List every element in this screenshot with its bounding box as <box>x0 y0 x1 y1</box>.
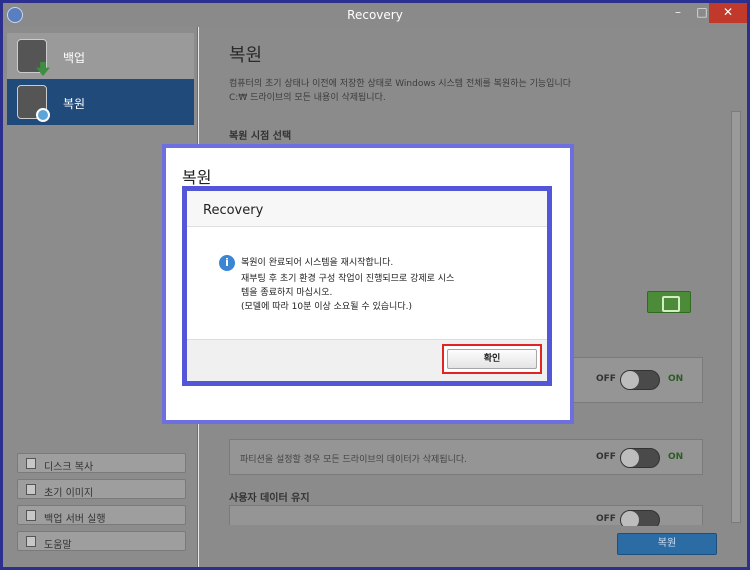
toggle-off-label: OFF <box>596 514 616 524</box>
toggle-knob <box>621 371 639 389</box>
info-icon: i <box>219 255 235 271</box>
restore-button[interactable]: 복원 <box>617 533 717 555</box>
help-icon <box>26 536 36 547</box>
close-button[interactable]: ✕ <box>709 3 747 23</box>
message-line: 템을 종료하지 마십시오. <box>241 288 333 298</box>
toggle-on-label: ON <box>668 452 684 462</box>
description-line: C:₩ 드라이브의 모든 내용이 삭제됩니다. <box>229 93 386 103</box>
disk-copy-icon <box>26 458 36 469</box>
button-label: 도움말 <box>44 540 72 551</box>
restore-point-heading: 복원 시점 선택 <box>229 131 292 142</box>
backup-drive-icon <box>17 39 50 76</box>
partition-panel: 파티션을 설정할 경우 모든 드라이브의 데이터가 삭제됩니다. OFF ON <box>229 439 703 475</box>
partition-toggle[interactable]: OFF ON <box>590 440 700 476</box>
message-line: (모델에 따라 10분 이상 소요될 수 있습니다.) <box>241 302 412 312</box>
ok-button[interactable]: 확인 <box>447 349 537 369</box>
scrollbar[interactable] <box>731 111 741 523</box>
toggle-off-label: OFF <box>596 374 616 384</box>
title-bar: Recovery – □ ✕ <box>3 3 747 27</box>
dialog-title: Recovery <box>203 203 264 218</box>
button-label: 디스크 복사 <box>44 462 94 473</box>
disk-copy-button[interactable]: 디스크 복사 <box>17 453 186 473</box>
window-title: Recovery <box>347 8 403 22</box>
toggle-off-label: OFF <box>596 452 616 462</box>
backup-server-button[interactable]: 백업 서버 실행 <box>17 505 186 525</box>
dialog-header: Recovery <box>187 191 547 227</box>
toggle-knob <box>621 449 639 467</box>
user-data-heading: 사용자 데이터 유지 <box>229 493 310 504</box>
user-data-panel: OFF <box>229 502 703 526</box>
sidebar-item-label: 백업 <box>63 51 86 65</box>
option-toggle[interactable]: OFF ON <box>590 362 700 398</box>
backup-server-icon <box>26 510 36 521</box>
initial-image-icon <box>26 484 36 495</box>
message-line: 복원이 완료되어 시스템을 재시작합니다. <box>241 258 394 268</box>
toggle-on-label: ON <box>668 374 684 384</box>
toggle-knob <box>621 511 639 526</box>
user-data-toggle[interactable]: OFF <box>590 502 700 526</box>
page-title: 복원 <box>229 45 263 66</box>
sidebar-item-label: 복원 <box>63 97 86 111</box>
sidebar-item-restore[interactable]: 복원 <box>7 79 194 125</box>
search-button[interactable] <box>647 291 691 313</box>
description-line: 컴퓨터의 초기 상태나 이전에 저장한 상태로 Windows 시스템 전체를 … <box>229 79 572 89</box>
help-button[interactable]: 도움말 <box>17 531 186 551</box>
sidebar-item-backup[interactable]: 백업 <box>7 33 194 79</box>
minimize-button[interactable]: – <box>667 3 689 23</box>
partition-text: 파티션을 설정할 경우 모든 드라이브의 데이터가 삭제됩니다. <box>240 455 468 465</box>
button-label: 백업 서버 실행 <box>44 514 106 525</box>
ok-button-highlight: 확인 <box>442 344 542 374</box>
restore-drive-icon <box>17 85 50 122</box>
initial-image-button[interactable]: 초기 이미지 <box>17 479 186 499</box>
message-line: 재부팅 후 초기 환경 구성 작업이 진행되므로 강제로 시스 <box>241 274 455 284</box>
page-description: 컴퓨터의 초기 상태나 이전에 저장한 상태로 Windows 시스템 전체를 … <box>229 77 571 105</box>
button-label: 초기 이미지 <box>44 488 94 499</box>
dialog-title: 복원 <box>182 168 212 187</box>
